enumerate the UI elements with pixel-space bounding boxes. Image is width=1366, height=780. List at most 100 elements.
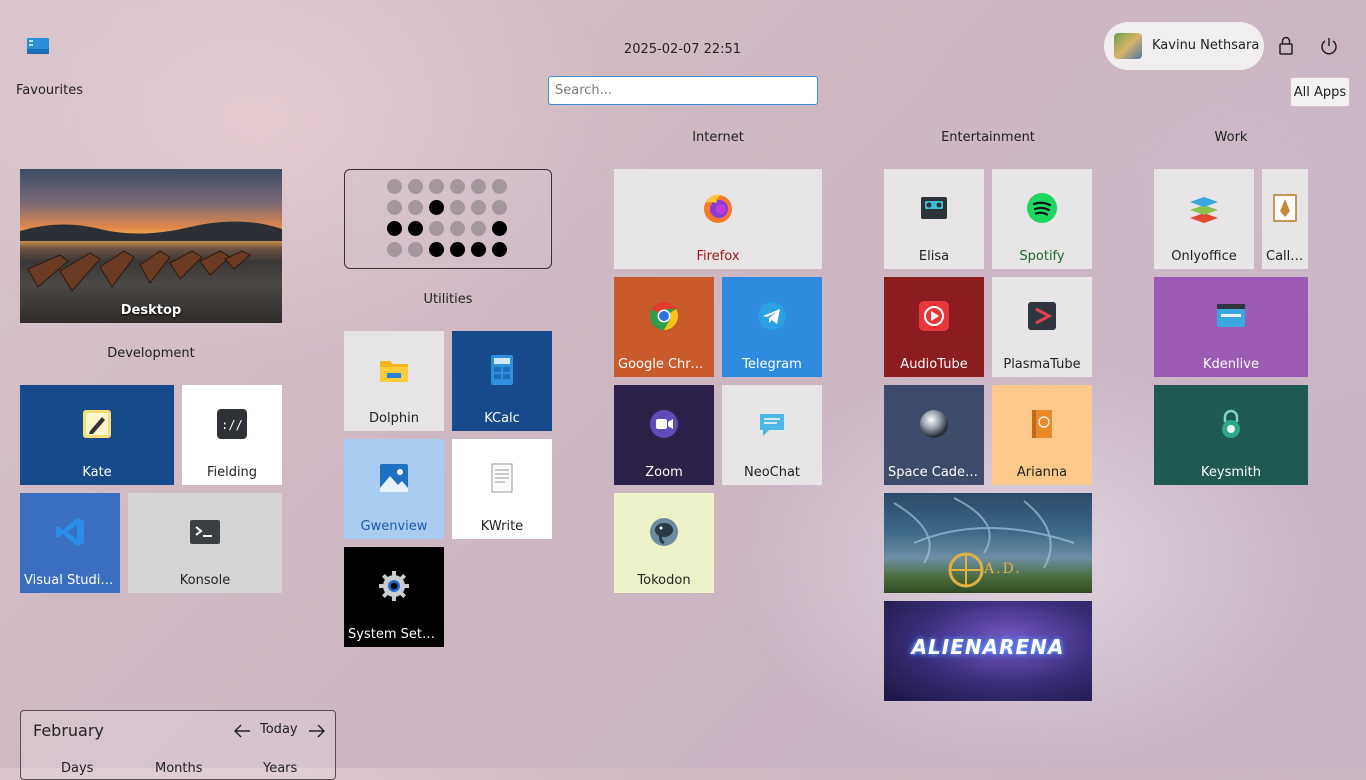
binary-clock-dot <box>408 242 423 257</box>
zero-ad-tile[interactable]: A.D. <box>884 493 1092 593</box>
image-viewer-icon <box>377 461 411 495</box>
gwenview-tile[interactable]: Gwenview <box>344 439 444 539</box>
gear-icon <box>377 569 411 603</box>
calendar-tab-days[interactable]: Days <box>61 761 93 776</box>
all-apps-button[interactable]: All Apps <box>1290 77 1350 107</box>
binary-clock-dot <box>429 179 444 194</box>
chrome-icon <box>647 299 681 333</box>
user-name: Kavinu Nethsara <box>1152 38 1260 53</box>
firefox-icon <box>701 191 735 225</box>
binary-clock-dot <box>450 242 465 257</box>
calendar-tab-years[interactable]: Years <box>263 761 297 776</box>
zoom-label: Zoom <box>645 465 683 480</box>
book-icon <box>1025 407 1059 441</box>
keysmith-tile[interactable]: Keysmith <box>1154 385 1308 485</box>
alien-arena-logo-text: ALIENARENA <box>911 635 1065 659</box>
kwrite-label: KWrite <box>480 519 524 534</box>
calligra-icon <box>1268 191 1302 225</box>
audiotube-label: AudioTube <box>900 357 968 372</box>
calligra-tile[interactable]: Calli... <box>1262 169 1308 269</box>
zoom-icon <box>647 407 681 441</box>
firefox-tile[interactable]: Firefox <box>614 169 822 269</box>
kdenlive-tile[interactable]: Kdenlive <box>1154 277 1308 377</box>
arianna-tile[interactable]: Arianna <box>992 385 1092 485</box>
audiotube-tile[interactable]: AudioTube <box>884 277 984 377</box>
gwenview-label: Gwenview <box>360 519 428 534</box>
binary-clock-dot <box>471 242 486 257</box>
onlyoffice-label: Onlyoffice <box>1171 249 1237 264</box>
power-icon[interactable] <box>1319 36 1339 56</box>
binary-clock-dot <box>387 221 402 236</box>
telegram-tile[interactable]: Telegram <box>722 277 822 377</box>
binary-clock-dot <box>471 221 486 236</box>
pinball-icon <box>917 407 951 441</box>
calculator-icon <box>485 353 519 387</box>
binary-clock-dot <box>429 242 444 257</box>
binary-clock-widget <box>344 169 552 269</box>
dolphin-label: Dolphin <box>369 411 419 426</box>
system-settings-tile[interactable]: System Setti... <box>344 547 444 647</box>
avatar <box>1114 33 1142 59</box>
calligra-label: Calli... <box>1266 249 1307 264</box>
binary-clock-dot <box>450 221 465 236</box>
kcalc-tile[interactable]: KCalc <box>452 331 552 431</box>
prev-arrow-icon[interactable] <box>233 723 251 739</box>
plasmatube-icon <box>1025 299 1059 333</box>
dolphin-tile[interactable]: Dolphin <box>344 331 444 431</box>
svg-text:://: :// <box>221 418 243 432</box>
kate-icon <box>80 407 114 441</box>
padlock-icon <box>1214 407 1248 441</box>
onlyoffice-icon <box>1187 191 1221 225</box>
vscode-tile[interactable]: Visual Studio... <box>20 493 120 593</box>
spacecadet-tile[interactable]: Space Cadet ... <box>884 385 984 485</box>
alien-arena-tile[interactable]: ALIENARENA <box>884 601 1092 701</box>
spotify-tile[interactable]: Spotify <box>992 169 1092 269</box>
section-title-entertainment: Entertainment <box>941 130 1035 145</box>
user-profile-button[interactable]: Kavinu Nethsara <box>1104 22 1264 70</box>
fielding-tile[interactable]: :// Fielding <box>182 385 282 485</box>
kate-tile[interactable]: Kate <box>20 385 174 485</box>
chat-bubble-icon <box>755 407 789 441</box>
neochat-label: NeoChat <box>743 465 801 480</box>
keysmith-label: Keysmith <box>1201 465 1261 480</box>
konsole-label: Konsole <box>179 573 231 588</box>
onlyoffice-tile[interactable]: Onlyoffice <box>1154 169 1254 269</box>
kwrite-tile[interactable]: KWrite <box>452 439 552 539</box>
zoom-tile[interactable]: Zoom <box>614 385 714 485</box>
binary-clock-dot <box>408 221 423 236</box>
tokodon-tile[interactable]: Tokodon <box>614 493 714 593</box>
desktop-label: Desktop <box>120 303 182 318</box>
kdenlive-icon <box>1214 299 1248 333</box>
binary-clock-dot <box>492 200 507 215</box>
spotify-icon <box>1025 191 1059 225</box>
chrome-tile[interactable]: Google Chro... <box>614 277 714 377</box>
calendar-tab-months[interactable]: Months <box>155 761 203 776</box>
audiotube-icon <box>917 299 951 333</box>
elisa-label: Elisa <box>918 249 950 264</box>
lock-icon[interactable] <box>1277 36 1295 56</box>
binary-clock-dot <box>408 200 423 215</box>
konsole-icon <box>188 515 222 549</box>
fielding-label: Fielding <box>206 465 258 480</box>
arianna-label: Arianna <box>1016 465 1068 480</box>
section-title-development: Development <box>107 346 195 361</box>
next-arrow-icon[interactable] <box>308 723 326 739</box>
cassette-icon <box>917 191 951 225</box>
konsole-tile[interactable]: Konsole <box>128 493 282 593</box>
neochat-tile[interactable]: NeoChat <box>722 385 822 485</box>
spacecadet-label: Space Cadet ... <box>888 465 984 480</box>
binary-clock-dot <box>471 200 486 215</box>
spotify-label: Spotify <box>1019 249 1065 264</box>
plasmatube-tile[interactable]: PlasmaTube <box>992 277 1092 377</box>
desktop-tile[interactable]: Desktop <box>20 169 282 323</box>
today-button[interactable]: Today <box>260 722 298 737</box>
section-title-internet: Internet <box>692 130 744 145</box>
elisa-tile[interactable]: Elisa <box>884 169 984 269</box>
elephant-icon <box>647 515 681 549</box>
binary-clock-dot <box>492 179 507 194</box>
search-input[interactable] <box>548 76 818 105</box>
folder-icon <box>377 353 411 387</box>
binary-clock-dot <box>387 200 402 215</box>
fielding-icon: :// <box>215 407 249 441</box>
app-launcher-icon[interactable] <box>27 38 49 54</box>
